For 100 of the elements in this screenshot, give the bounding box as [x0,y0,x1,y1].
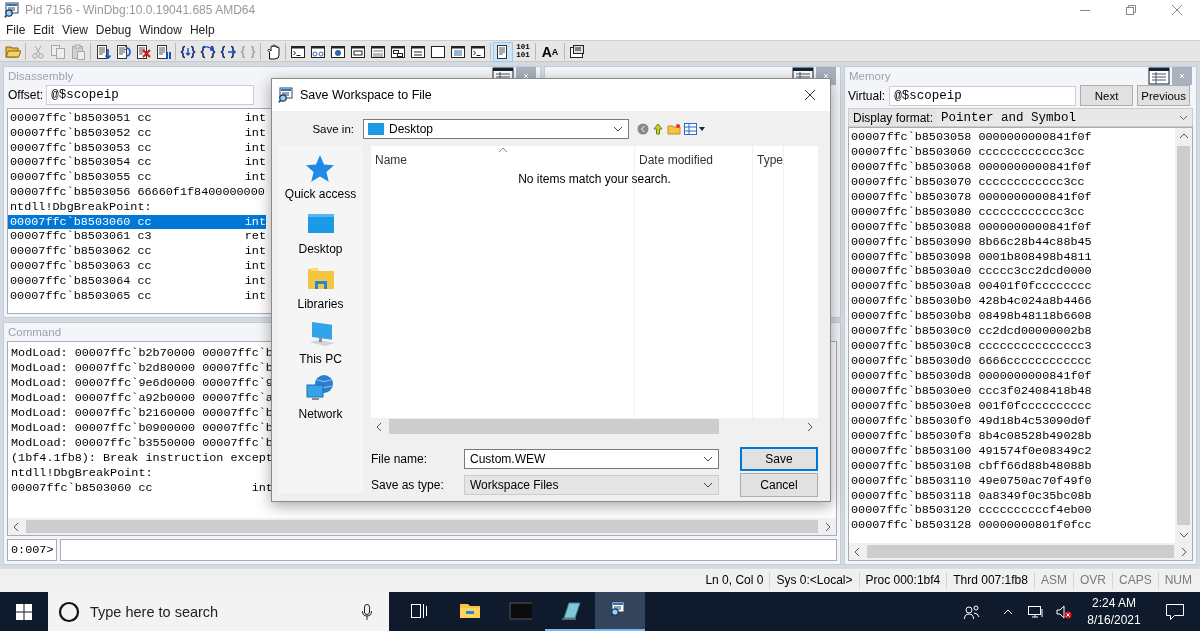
display-format-dropdown[interactable]: Pointer and Symbol [937,109,1192,126]
place-item[interactable]: Desktop [298,208,343,263]
column-header[interactable]: Type [753,146,783,168]
menu-item[interactable]: Debug [91,23,136,37]
clock-time: 2:24 AM [1092,594,1136,612]
people-icon[interactable] [964,603,980,620]
volume-muted-icon[interactable] [1056,604,1072,619]
disassembly-row[interactable]: 00007ffc`b8503063 cc int [8,258,266,274]
braces-icon [200,43,216,60]
scroll-down-icon[interactable] [1178,531,1189,539]
address-field[interactable]: @$scopeip [889,85,1077,106]
cancel-button[interactable]: Cancel [740,473,818,497]
memory-line: 00007ffc`b8503058 0000000000841f0f [850,130,1093,145]
app-icon [278,87,294,103]
scroll-right-icon[interactable] [1180,546,1188,557]
console-icon [470,43,486,60]
chevron-down-icon[interactable] [703,456,713,462]
memory-line: 00007ffc`b8503120 ccccccccccf4eb00 [850,503,1093,519]
disassembly-row[interactable]: 00007ffc`b8503056 66660f1f8400000000 [8,185,266,200]
disassembly-row[interactable]: 00007ffc`b8503061 c3 ret [8,229,266,245]
memory-line: 00007ffc`b85030f8 8b4c08528b49028b [850,428,1093,444]
disassembly-row[interactable]: 00007ffc`b8503065 cc int [8,288,266,304]
file-name-field[interactable]: Custom.WEW [470,452,703,466]
braces-icon [180,43,196,60]
hand-icon [265,43,281,60]
memory-line: 00007ffc`b85030b8 08498b48118b6608 [850,309,1093,325]
save-button[interactable]: Save [740,447,818,471]
file-name-combo-box[interactable]: Custom.WEW [464,449,719,469]
window-list-icon[interactable] [1148,67,1170,85]
mnemonic-text: int [244,258,266,274]
disassembly-row[interactable]: 00007ffc`b8503064 cc int [8,273,266,289]
search-box[interactable]: Type here to search [48,592,345,631]
back-icon[interactable] [637,123,649,135]
output-line: ModLoad: 00007ffc`b2d80000 00007ffc`b [11,361,273,376]
disassembly-row[interactable]: 00007ffc`b8503062 cc int [8,244,266,259]
scrollbar-thumb[interactable] [867,545,1174,558]
output-line: ModLoad: 00007ffc`b3550000 00007ffc`b [11,436,273,451]
disassembly-row[interactable]: ntdll!DbgBreakPoint: [8,199,266,215]
status-item: NUM [1157,572,1198,589]
microphone-icon[interactable] [362,603,372,620]
disassembly-row[interactable]: 00007ffc`b8503055 cc int [8,170,266,185]
toolbar-button[interactable] [493,41,513,62]
disassembly-row[interactable]: 00007ffc`b8503052 cc int [8,125,266,141]
file-type-dropdown[interactable]: Workspace Files [464,475,719,495]
mnemonic-text: int [244,244,266,259]
scroll-left-icon[interactable] [853,546,861,557]
menu-item[interactable]: Window [135,23,186,37]
disassembly-row[interactable]: 00007ffc`b8503053 cc int [8,140,266,156]
scroll-left-icon[interactable] [375,421,383,432]
memory-line: 00007ffc`b85030b0 428b4c024a8b4466 [850,294,1093,310]
new-folder-icon[interactable] [667,123,681,135]
window-icon [430,43,446,60]
scroll-right-icon[interactable] [824,521,832,532]
mnemonic-text: int [244,288,266,304]
scroll-right-icon[interactable] [806,421,814,432]
memory-line: 00007ffc`b8503070 cccccccccccc3cc [850,174,1086,190]
scrollbar-thumb[interactable] [389,419,719,434]
output-line: ntdll!DbgBreakPoint: [11,466,154,481]
menu-item[interactable]: View [58,23,92,37]
window-title: Pid 7156 - WinDbg:10.0.19041.685 AMD64 [25,3,256,17]
window-icon [330,43,346,60]
chevron-up-icon[interactable] [1003,608,1013,615]
output-line: ModLoad: 00007ffc`a92b0000 00007ffc`a [11,391,273,406]
search-field[interactable]: Type here to search [88,602,335,621]
disassembly-row[interactable]: 00007ffc`b8503060 cc int [8,214,266,230]
column-header[interactable]: Date modified [635,146,714,168]
offset-field[interactable]: @$scopeip [46,85,255,105]
scroll-left-icon[interactable] [12,521,20,532]
nav-button[interactable]: Next [1080,85,1134,106]
scrollbar-thumb[interactable] [1177,146,1190,525]
place-item[interactable]: This PC [299,318,342,373]
windows-logo-icon [16,603,32,620]
status-item: Ln 0, Col 0 [704,572,765,589]
column-header[interactable]: Name [371,146,407,168]
menu-item[interactable]: File [2,23,30,37]
nav-button[interactable]: Previous [1137,85,1191,106]
mnemonic-text: ret [244,229,266,245]
view-menu-icon[interactable] [684,123,706,135]
disassembly-row[interactable]: 00007ffc`b8503054 cc int [8,155,266,171]
scrollbar-thumb[interactable] [26,520,818,533]
menu-item[interactable]: Help [185,23,219,37]
notification-icon[interactable] [1166,603,1184,620]
disassembly-row[interactable]: 00007ffc`b8503051 cc int [8,111,266,126]
prompt-label: 0:007> [7,539,58,561]
mnemonic-text: int [244,111,266,126]
up-arrow-icon[interactable] [652,123,664,135]
command-field[interactable] [60,539,837,561]
output-line: ModLoad: 00007ffc`b0900000 00007ffc`b [11,421,273,436]
place-item[interactable]: Network [298,373,343,428]
memory-line: 00007ffc`b8503068 0000000000841f0f [850,159,1093,175]
save-in-dropdown[interactable]: Desktop [363,119,629,139]
place-item[interactable]: Quick access [284,153,357,208]
mnemonic-text: int [244,155,266,171]
place-item[interactable]: Libraries [297,263,344,318]
scroll-up-icon[interactable] [1178,132,1189,140]
circle-icon [58,600,80,623]
field-label: Offset: [8,88,44,102]
menu-item[interactable]: Edit [29,23,59,37]
network-icon[interactable] [1028,604,1044,619]
memory-line: 00007ffc`b85030e0 ccc3f02408418b48 [850,383,1093,399]
